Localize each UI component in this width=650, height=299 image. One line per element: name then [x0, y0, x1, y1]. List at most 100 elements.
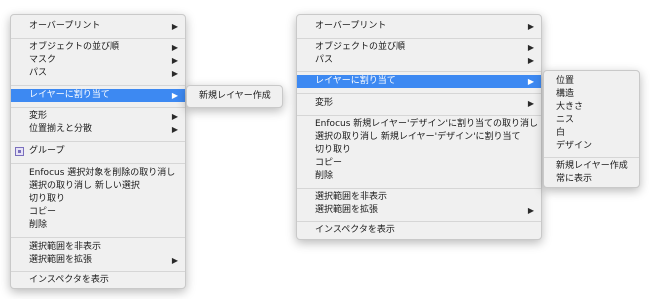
menu-item-new-layer[interactable]: 新規レイヤー作成	[187, 90, 282, 103]
menu-item-label: オーバープリント	[29, 21, 101, 31]
menu-item-show-inspector[interactable]: インスペクタを表示	[11, 274, 185, 287]
menu-separator	[11, 237, 185, 238]
menu-item-label: 位置揃えと分散	[29, 124, 93, 134]
menu-item-cut[interactable]: 切り取り	[297, 144, 541, 157]
menu-item-label: オブジェクトの並び順	[29, 42, 120, 52]
submenu-arrow-icon: ▶	[171, 256, 178, 265]
submenu-arrow-icon: ▶	[171, 91, 178, 100]
layer-item-label: ニス	[556, 115, 575, 125]
submenu-arrow-icon: ▶	[171, 43, 178, 52]
menu-item-label: パス	[315, 55, 334, 65]
menu-item-overprint[interactable]: オーバープリント ▶	[11, 20, 185, 33]
context-menu-2: オーバープリント ▶ オブジェクトの並び順 ▶ パス ▶ レイヤーに割り当て ▶ 変形 ▶…	[296, 14, 542, 240]
menu-item-label: 変形	[315, 98, 334, 108]
menu-item-label: グループ	[29, 146, 65, 156]
menu-item-undo-delete[interactable]: Enfocus 選択対象を削除の取り消し	[11, 167, 185, 180]
layer-item[interactable]: ニス	[544, 114, 639, 127]
layer-item-label: 構造	[556, 89, 575, 99]
menu-item-copy[interactable]: コピー	[297, 157, 541, 170]
menu-item-label: パス	[29, 68, 48, 78]
menu-separator	[11, 85, 185, 86]
menu-item-undo-new-layer[interactable]: Enfocus 新規レイヤー'デザイン'に割り当ての取り消し	[297, 118, 541, 131]
menu-item-show-inspector[interactable]: インスペクタを表示	[297, 224, 541, 237]
menu-item-overprint[interactable]: オーバープリント ▶	[297, 20, 541, 33]
menu-separator	[11, 271, 185, 272]
menu-separator	[11, 38, 185, 39]
layer-item[interactable]: 白	[544, 127, 639, 140]
menu-item-hide-selection[interactable]: 選択範囲を非表示	[11, 241, 185, 254]
menu-item-path[interactable]: パス ▶	[11, 67, 185, 80]
menu-item-hide-selection[interactable]: 選択範囲を非表示	[297, 191, 541, 204]
menu-separator	[11, 163, 185, 164]
menu-item-transform[interactable]: 変形 ▶	[11, 110, 185, 123]
layer-item-label: 位置	[556, 76, 575, 86]
group-icon	[15, 147, 24, 156]
menu-item-expand-selection[interactable]: 選択範囲を拡張 ▶	[297, 204, 541, 217]
menu-item-label: オブジェクトの並び順	[315, 42, 406, 52]
submenu-arrow-icon: ▶	[171, 22, 178, 31]
layer-item-label: 白	[556, 128, 566, 138]
menu-item-always-show[interactable]: 常に表示	[544, 173, 639, 186]
menu-item-assign-layer[interactable]: レイヤーに割り当て ▶	[297, 75, 541, 88]
menu-item-label: 選択の取り消し 新しい選択	[29, 181, 140, 191]
menu-item-align[interactable]: 位置揃えと分散 ▶	[11, 123, 185, 136]
menu-item-copy[interactable]: コピー	[11, 206, 185, 219]
menu-item-label: 常に表示	[556, 174, 593, 184]
menu-item-path[interactable]: パス ▶	[297, 54, 541, 67]
layer-item-label: デザイン	[556, 141, 593, 151]
menu-item-label: 選択範囲を非表示	[29, 242, 102, 252]
menu-item-label: オーバープリント	[315, 21, 387, 31]
menu-item-delete[interactable]: 削除	[297, 170, 541, 183]
menu-item-group[interactable]: グループ	[11, 145, 185, 158]
layer-item[interactable]: 位置	[544, 75, 639, 88]
submenu-arrow-icon: ▶	[171, 56, 178, 65]
submenu-arrow-icon: ▶	[171, 112, 178, 121]
submenu-arrow-icon: ▶	[527, 77, 534, 86]
menu-item-label: インスペクタを表示	[315, 225, 395, 235]
menu-separator	[11, 107, 185, 108]
menu-item-label: 削除	[29, 220, 48, 230]
menu-item-label: 新規レイヤー作成	[199, 91, 271, 101]
menu-item-transform[interactable]: 変形 ▶	[297, 97, 541, 110]
menu-item-label: 切り取り	[29, 194, 66, 204]
menu-item-label: コピー	[29, 207, 57, 217]
layer-item[interactable]: 大きさ	[544, 101, 639, 114]
menu-item-undo-select[interactable]: 選択の取り消し 新規レイヤー'デザイン'に割り当て	[297, 131, 541, 144]
menu-item-new-layer[interactable]: 新規レイヤー作成	[544, 160, 639, 173]
submenu-arrow-icon: ▶	[527, 56, 534, 65]
menu-separator	[544, 157, 639, 158]
menu-separator	[297, 221, 541, 222]
layer-item[interactable]: デザイン	[544, 140, 639, 153]
menu-item-label: Enfocus 新規レイヤー'デザイン'に割り当ての取り消し	[315, 119, 538, 129]
menu-item-assign-layer[interactable]: レイヤーに割り当て ▶	[11, 89, 185, 102]
menu-item-mask[interactable]: マスク ▶	[11, 54, 185, 67]
menu-item-expand-selection[interactable]: 選択範囲を拡張 ▶	[11, 254, 185, 267]
layer-item-label: 大きさ	[556, 102, 584, 112]
menu-item-label: 選択範囲を拡張	[315, 205, 379, 215]
menu-item-label: Enfocus 選択対象を削除の取り消し	[29, 168, 176, 178]
menu-item-cut[interactable]: 切り取り	[11, 193, 185, 206]
assign-layer-submenu-1: 新規レイヤー作成	[186, 85, 283, 108]
menu-separator	[297, 71, 541, 72]
menu-item-label: 変形	[29, 111, 48, 121]
menu-separator	[297, 188, 541, 189]
menu-item-label: インスペクタを表示	[29, 275, 109, 285]
menu-separator	[297, 115, 541, 116]
menu-item-label: レイヤーに割り当て	[29, 90, 110, 100]
menu-item-arrange[interactable]: オブジェクトの並び順 ▶	[297, 41, 541, 54]
menu-item-delete[interactable]: 削除	[11, 219, 185, 232]
menu-item-label: 新規レイヤー作成	[556, 161, 628, 171]
menu-separator	[297, 38, 541, 39]
menu-item-label: マスク	[29, 55, 57, 65]
menu-item-arrange[interactable]: オブジェクトの並び順 ▶	[11, 41, 185, 54]
submenu-arrow-icon: ▶	[527, 206, 534, 215]
context-menu-1: オーバープリント ▶ オブジェクトの並び順 ▶ マスク ▶ パス ▶ レイヤーに割り当て…	[10, 14, 186, 289]
submenu-arrow-icon: ▶	[171, 69, 178, 78]
menu-item-undo-select[interactable]: 選択の取り消し 新しい選択	[11, 180, 185, 193]
menu-item-label: 選択範囲を拡張	[29, 255, 93, 265]
menu-item-label: コピー	[315, 158, 343, 168]
layer-item[interactable]: 構造	[544, 88, 639, 101]
menu-item-label: 削除	[315, 171, 334, 181]
menu-item-label: レイヤーに割り当て	[315, 76, 396, 86]
submenu-arrow-icon: ▶	[527, 22, 534, 31]
